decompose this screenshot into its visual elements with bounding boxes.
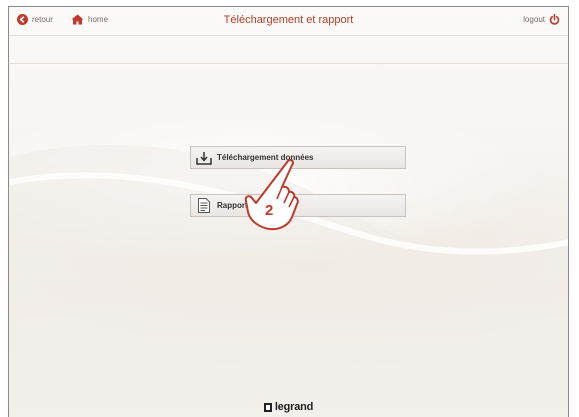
document-icon — [191, 198, 217, 213]
home-button[interactable]: home — [71, 14, 108, 25]
logo-text: legrand — [274, 401, 314, 413]
pointing-hand-icon: 2 — [244, 158, 299, 231]
step-number: 2 — [265, 202, 273, 219]
logout-button[interactable]: logout — [523, 14, 560, 25]
app-window: retour home Téléchargement et rapport lo… — [8, 6, 569, 417]
download-tray-icon — [191, 151, 217, 165]
home-label: home — [88, 15, 109, 24]
logout-label: logout — [523, 15, 545, 24]
logo-mark — [263, 402, 272, 412]
back-button[interactable]: retour — [17, 14, 53, 25]
back-arrow-icon — [17, 14, 28, 25]
back-label: retour — [32, 15, 53, 24]
header-bar: retour home Téléchargement et rapport lo… — [9, 7, 568, 36]
legrand-logo: legrand — [9, 401, 568, 413]
power-icon — [549, 14, 560, 25]
toolbar-divider — [9, 63, 568, 64]
home-icon — [71, 14, 84, 25]
